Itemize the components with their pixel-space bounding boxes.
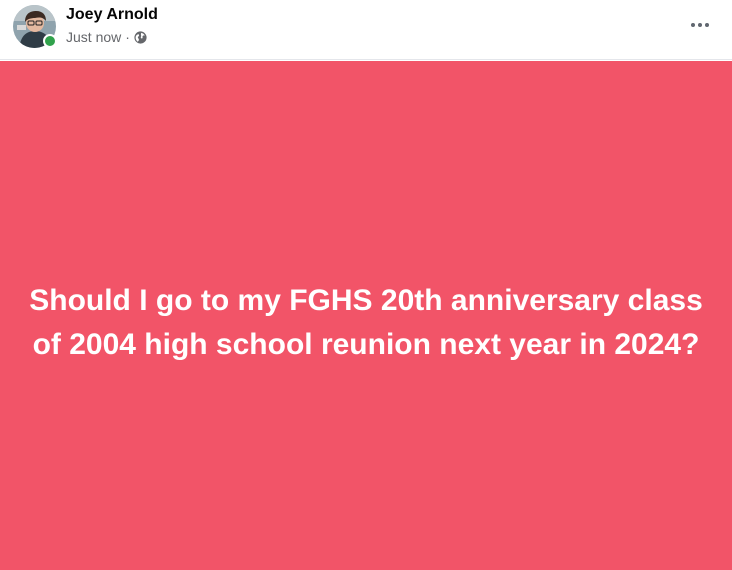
online-status-indicator [43, 34, 57, 48]
post-background: Should I go to my FGHS 20th anniversary … [0, 61, 732, 570]
globe-icon[interactable] [134, 30, 147, 44]
post-meta: Just now · [66, 29, 147, 45]
post-text: Should I go to my FGHS 20th anniversary … [29, 283, 703, 361]
author-name[interactable]: Joey Arnold [66, 6, 158, 24]
meta-separator: · [125, 29, 130, 45]
avatar-container[interactable] [13, 5, 57, 48]
post-timestamp[interactable]: Just now [66, 29, 121, 45]
more-options-icon [691, 23, 709, 27]
more-options-button[interactable] [684, 11, 716, 39]
post-card: Joey Arnold Just now · Should I go to my… [0, 0, 732, 570]
post-header: Joey Arnold Just now · [0, 0, 732, 60]
